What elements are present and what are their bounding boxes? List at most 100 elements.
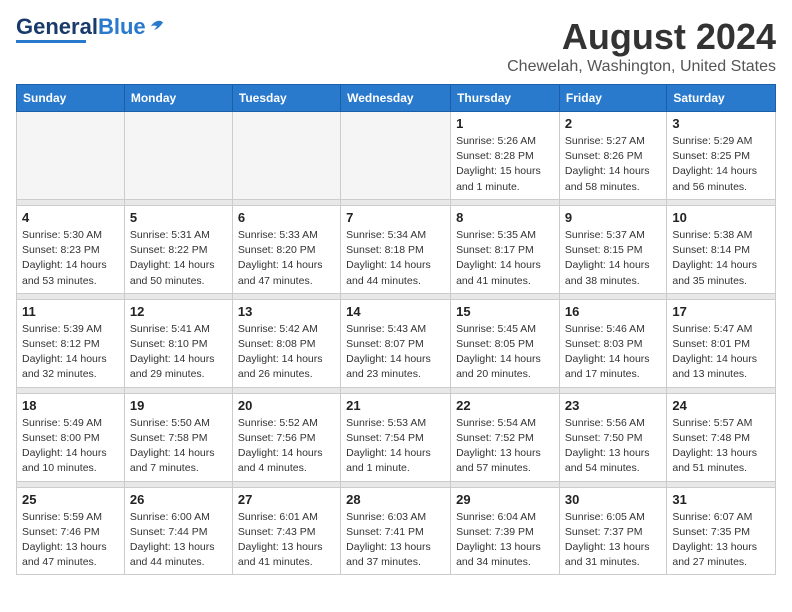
calendar-cell: 30 Sunrise: 6:05 AMSunset: 7:37 PMDaylig… [559, 487, 666, 575]
day-number: 20 [238, 398, 335, 413]
calendar-cell: 31 Sunrise: 6:07 AMSunset: 7:35 PMDaylig… [667, 487, 776, 575]
calendar-cell: 26 Sunrise: 6:00 AMSunset: 7:44 PMDaylig… [124, 487, 232, 575]
day-number: 8 [456, 210, 554, 225]
day-detail: Sunrise: 5:54 AMSunset: 7:52 PMDaylight:… [456, 416, 554, 477]
calendar-cell: 12 Sunrise: 5:41 AMSunset: 8:10 PMDaylig… [124, 299, 232, 387]
calendar-cell: 5 Sunrise: 5:31 AMSunset: 8:22 PMDayligh… [124, 205, 232, 293]
day-number: 14 [346, 304, 445, 319]
day-number: 28 [346, 492, 445, 507]
day-number: 4 [22, 210, 119, 225]
logo-text: GeneralBlue [16, 16, 146, 38]
calendar-cell: 16 Sunrise: 5:46 AMSunset: 8:03 PMDaylig… [559, 299, 666, 387]
day-detail: Sunrise: 5:26 AMSunset: 8:28 PMDaylight:… [456, 134, 554, 195]
title-section: August 2024 Chewelah, Washington, United… [507, 16, 776, 76]
logo: GeneralBlue [16, 16, 166, 43]
day-detail: Sunrise: 5:38 AMSunset: 8:14 PMDaylight:… [672, 228, 770, 289]
day-number: 5 [130, 210, 227, 225]
weekday-header-row: SundayMondayTuesdayWednesdayThursdayFrid… [17, 85, 776, 112]
day-detail: Sunrise: 5:37 AMSunset: 8:15 PMDaylight:… [565, 228, 661, 289]
calendar-cell: 21 Sunrise: 5:53 AMSunset: 7:54 PMDaylig… [341, 393, 451, 481]
day-detail: Sunrise: 5:33 AMSunset: 8:20 PMDaylight:… [238, 228, 335, 289]
day-detail: Sunrise: 5:41 AMSunset: 8:10 PMDaylight:… [130, 322, 227, 383]
calendar-cell: 10 Sunrise: 5:38 AMSunset: 8:14 PMDaylig… [667, 205, 776, 293]
calendar-cell: 2 Sunrise: 5:27 AMSunset: 8:26 PMDayligh… [559, 112, 666, 200]
calendar-cell: 4 Sunrise: 5:30 AMSunset: 8:23 PMDayligh… [17, 205, 125, 293]
day-number: 23 [565, 398, 661, 413]
calendar-cell: 7 Sunrise: 5:34 AMSunset: 8:18 PMDayligh… [341, 205, 451, 293]
day-number: 21 [346, 398, 445, 413]
calendar-cell: 14 Sunrise: 5:43 AMSunset: 8:07 PMDaylig… [341, 299, 451, 387]
day-number: 29 [456, 492, 554, 507]
calendar-cell: 15 Sunrise: 5:45 AMSunset: 8:05 PMDaylig… [451, 299, 560, 387]
location-title: Chewelah, Washington, United States [507, 58, 776, 76]
calendar-week-3: 11 Sunrise: 5:39 AMSunset: 8:12 PMDaylig… [17, 299, 776, 387]
calendar-cell: 17 Sunrise: 5:47 AMSunset: 8:01 PMDaylig… [667, 299, 776, 387]
weekday-header-tuesday: Tuesday [232, 85, 340, 112]
day-detail: Sunrise: 5:52 AMSunset: 7:56 PMDaylight:… [238, 416, 335, 477]
day-number: 3 [672, 116, 770, 131]
day-number: 13 [238, 304, 335, 319]
calendar-cell: 3 Sunrise: 5:29 AMSunset: 8:25 PMDayligh… [667, 112, 776, 200]
calendar-cell: 27 Sunrise: 6:01 AMSunset: 7:43 PMDaylig… [232, 487, 340, 575]
day-detail: Sunrise: 6:07 AMSunset: 7:35 PMDaylight:… [672, 510, 770, 571]
day-detail: Sunrise: 5:49 AMSunset: 8:00 PMDaylight:… [22, 416, 119, 477]
day-detail: Sunrise: 5:34 AMSunset: 8:18 PMDaylight:… [346, 228, 445, 289]
day-detail: Sunrise: 5:30 AMSunset: 8:23 PMDaylight:… [22, 228, 119, 289]
calendar-cell: 13 Sunrise: 5:42 AMSunset: 8:08 PMDaylig… [232, 299, 340, 387]
day-detail: Sunrise: 5:43 AMSunset: 8:07 PMDaylight:… [346, 322, 445, 383]
calendar-cell: 25 Sunrise: 5:59 AMSunset: 7:46 PMDaylig… [17, 487, 125, 575]
day-detail: Sunrise: 6:04 AMSunset: 7:39 PMDaylight:… [456, 510, 554, 571]
calendar-cell: 6 Sunrise: 5:33 AMSunset: 8:20 PMDayligh… [232, 205, 340, 293]
day-detail: Sunrise: 5:45 AMSunset: 8:05 PMDaylight:… [456, 322, 554, 383]
calendar-cell: 18 Sunrise: 5:49 AMSunset: 8:00 PMDaylig… [17, 393, 125, 481]
weekday-header-sunday: Sunday [17, 85, 125, 112]
page-header: GeneralBlue August 2024 Chewelah, Washin… [16, 16, 776, 76]
calendar-week-5: 25 Sunrise: 5:59 AMSunset: 7:46 PMDaylig… [17, 487, 776, 575]
day-number: 27 [238, 492, 335, 507]
weekday-header-friday: Friday [559, 85, 666, 112]
day-number: 24 [672, 398, 770, 413]
day-detail: Sunrise: 5:56 AMSunset: 7:50 PMDaylight:… [565, 416, 661, 477]
day-number: 9 [565, 210, 661, 225]
day-number: 25 [22, 492, 119, 507]
calendar-cell: 11 Sunrise: 5:39 AMSunset: 8:12 PMDaylig… [17, 299, 125, 387]
day-number: 16 [565, 304, 661, 319]
day-number: 10 [672, 210, 770, 225]
calendar-cell: 1 Sunrise: 5:26 AMSunset: 8:28 PMDayligh… [451, 112, 560, 200]
day-number: 2 [565, 116, 661, 131]
day-detail: Sunrise: 5:27 AMSunset: 8:26 PMDaylight:… [565, 134, 661, 195]
day-detail: Sunrise: 6:05 AMSunset: 7:37 PMDaylight:… [565, 510, 661, 571]
calendar-cell [124, 112, 232, 200]
calendar-cell: 20 Sunrise: 5:52 AMSunset: 7:56 PMDaylig… [232, 393, 340, 481]
day-detail: Sunrise: 6:01 AMSunset: 7:43 PMDaylight:… [238, 510, 335, 571]
day-detail: Sunrise: 5:39 AMSunset: 8:12 PMDaylight:… [22, 322, 119, 383]
logo-underline [16, 40, 86, 43]
calendar-cell [341, 112, 451, 200]
day-number: 31 [672, 492, 770, 507]
day-number: 6 [238, 210, 335, 225]
day-detail: Sunrise: 5:29 AMSunset: 8:25 PMDaylight:… [672, 134, 770, 195]
day-number: 11 [22, 304, 119, 319]
logo-bird-icon [148, 18, 166, 36]
calendar-week-1: 1 Sunrise: 5:26 AMSunset: 8:28 PMDayligh… [17, 112, 776, 200]
day-number: 12 [130, 304, 227, 319]
calendar-cell: 9 Sunrise: 5:37 AMSunset: 8:15 PMDayligh… [559, 205, 666, 293]
calendar-week-2: 4 Sunrise: 5:30 AMSunset: 8:23 PMDayligh… [17, 205, 776, 293]
calendar-cell: 28 Sunrise: 6:03 AMSunset: 7:41 PMDaylig… [341, 487, 451, 575]
day-number: 15 [456, 304, 554, 319]
calendar-cell: 22 Sunrise: 5:54 AMSunset: 7:52 PMDaylig… [451, 393, 560, 481]
day-detail: Sunrise: 5:35 AMSunset: 8:17 PMDaylight:… [456, 228, 554, 289]
calendar-cell: 23 Sunrise: 5:56 AMSunset: 7:50 PMDaylig… [559, 393, 666, 481]
day-detail: Sunrise: 5:31 AMSunset: 8:22 PMDaylight:… [130, 228, 227, 289]
weekday-header-wednesday: Wednesday [341, 85, 451, 112]
day-detail: Sunrise: 6:03 AMSunset: 7:41 PMDaylight:… [346, 510, 445, 571]
calendar-table: SundayMondayTuesdayWednesdayThursdayFrid… [16, 84, 776, 575]
day-detail: Sunrise: 5:46 AMSunset: 8:03 PMDaylight:… [565, 322, 661, 383]
day-detail: Sunrise: 5:57 AMSunset: 7:48 PMDaylight:… [672, 416, 770, 477]
calendar-cell [232, 112, 340, 200]
weekday-header-thursday: Thursday [451, 85, 560, 112]
day-number: 18 [22, 398, 119, 413]
day-detail: Sunrise: 5:53 AMSunset: 7:54 PMDaylight:… [346, 416, 445, 477]
day-number: 7 [346, 210, 445, 225]
calendar-cell [17, 112, 125, 200]
